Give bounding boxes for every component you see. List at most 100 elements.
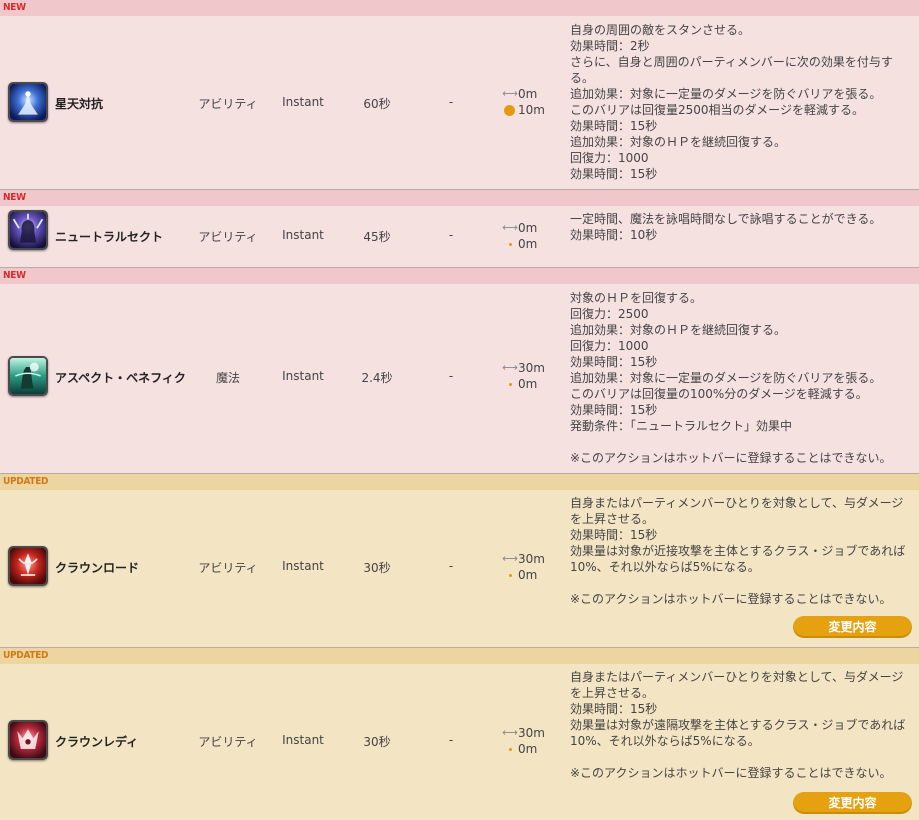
- lady-of-crowns-icon: [8, 720, 48, 760]
- radius-value: 0m: [518, 377, 538, 391]
- description-line: 自身またはパーティメンバーひとりを対象として、与ダメージ: [570, 496, 904, 510]
- range-arrow-icon: ⟷: [502, 361, 518, 374]
- action-section: NEW 星天対抗 アビリティ Instant 60秒 - ⟷ 0m 10m 自身の…: [0, 0, 919, 190]
- description-line: 効果時間：10秒: [570, 228, 658, 242]
- action-description: 自身の周囲の敵をスタンさせる。 効果時間：2秒 さらに、自身と周囲のパーティメン…: [570, 22, 910, 182]
- recast-time: 45秒: [363, 230, 391, 244]
- action-section: NEW アスペクト・ベネフィク 魔法 Instant 2.4秒 - ⟷ 30m 0…: [0, 268, 919, 474]
- action-description: 対象のＨＰを回復する。 回復力：2500 追加効果：対象のＨＰを継続回復する。 …: [570, 290, 910, 466]
- description-line: [570, 575, 910, 591]
- range-info: ⟷ 30m 0m: [502, 551, 558, 583]
- updated-tag: UPDATED: [0, 648, 919, 664]
- recast-time: 2.4秒: [361, 371, 393, 385]
- action-type: 魔法: [215, 371, 240, 385]
- range-value: 0m: [518, 87, 538, 101]
- recast-time: 30秒: [363, 735, 391, 749]
- description-line: このバリアは回復量2500相当のダメージを軽減する。: [570, 103, 864, 117]
- radius-icon: [509, 747, 512, 751]
- range-info: ⟷ 30m 0m: [502, 360, 558, 392]
- description-line: 効果量は対象が遠隔攻撃を主体とするクラス・ジョブであれば: [570, 718, 906, 732]
- description-line: 効果時間：15秒: [570, 167, 658, 181]
- cast-time: Instant: [282, 228, 324, 242]
- aspected-benefic-icon: [8, 356, 48, 396]
- cast-time: Instant: [282, 559, 324, 573]
- action-description: 自身またはパーティメンバーひとりを対象として、与ダメージ を上昇させる。 効果時…: [570, 669, 910, 781]
- star-collision-icon: [8, 82, 48, 122]
- action-name: ニュートラルセクト: [55, 230, 164, 244]
- action-name: 星天対抗: [55, 97, 104, 111]
- recast-time: 60秒: [363, 97, 391, 111]
- action-row: ニュートラルセクト アビリティ Instant 45秒 - ⟷ 0m 0m 一定時…: [0, 206, 919, 268]
- cast-time: Instant: [282, 733, 324, 747]
- description-line: 追加効果：対象に一定量のダメージを防ぐバリアを張る。: [570, 371, 882, 385]
- description-line: 効果時間：2秒: [570, 39, 650, 53]
- radius-value: 10m: [518, 103, 545, 117]
- description-line: 回復力：2500: [570, 307, 649, 321]
- description-line: 10%、それ以外ならば5%になる。: [570, 734, 760, 748]
- range-value: 30m: [518, 726, 545, 740]
- description-line: 効果時間：15秒: [570, 355, 658, 369]
- radius-icon: [504, 104, 515, 116]
- description-line: 回復力：1000: [570, 151, 649, 165]
- change-details-button[interactable]: 変更内容: [793, 792, 912, 814]
- action-section: UPDATED クラウンレディ アビリティ Instant 30秒 - ⟷ 30m…: [0, 648, 919, 820]
- action-name: クラウンレディ: [55, 735, 139, 749]
- description-line: 一定時間、魔法を詠唱時間なしで詠唱することができる。: [570, 212, 882, 226]
- recast-time: 30秒: [363, 561, 391, 575]
- range-info: ⟷ 0m 10m: [502, 86, 558, 118]
- radius-icon: [509, 242, 512, 246]
- action-row: クラウンレディ アビリティ Instant 30秒 - ⟷ 30m 0m 自身また…: [0, 664, 919, 820]
- description-line: [570, 434, 910, 450]
- action-row: クラウンロード アビリティ Instant 30秒 - ⟷ 30m 0m 自身また…: [0, 490, 919, 648]
- action-description: 自身またはパーティメンバーひとりを対象として、与ダメージ を上昇させる。 効果時…: [570, 495, 910, 607]
- new-tag: NEW: [0, 190, 919, 206]
- description-line: 対象のＨＰを回復する。: [570, 291, 703, 305]
- action-type: アビリティ: [198, 561, 258, 575]
- updated-tag: UPDATED: [0, 474, 919, 490]
- cost: -: [448, 733, 454, 747]
- description-line: [570, 749, 910, 765]
- range-info: ⟷ 30m 0m: [502, 725, 558, 757]
- description-line: ※このアクションはホットバーに登録することはできない。: [570, 451, 892, 465]
- description-line: 効果量は対象が近接攻撃を主体とするクラス・ジョブであれば: [570, 544, 906, 558]
- range-value: 0m: [518, 221, 538, 235]
- cost: -: [448, 369, 454, 383]
- description-line: 追加効果：対象に一定量のダメージを防ぐバリアを張る。: [570, 87, 882, 101]
- range-arrow-icon: ⟷: [502, 552, 518, 565]
- description-line: 追加効果：対象のＨＰを継続回復する。: [570, 135, 787, 149]
- action-description: 一定時間、魔法を詠唱時間なしで詠唱することができる。 効果時間：10秒: [570, 211, 910, 243]
- range-arrow-icon: ⟷: [502, 726, 518, 739]
- range-value: 30m: [518, 552, 545, 566]
- radius-value: 0m: [518, 742, 538, 756]
- change-details-button[interactable]: 変更内容: [793, 616, 912, 638]
- action-row: アスペクト・ベネフィク 魔法 Instant 2.4秒 - ⟷ 30m 0m 対象…: [0, 284, 919, 474]
- new-tag: NEW: [0, 268, 919, 284]
- range-value: 30m: [518, 361, 545, 375]
- description-line: さらに、自身と周囲のパーティメンバーに次の効果を付与す: [570, 55, 893, 69]
- description-line: このバリアは回復量の100%分のダメージを軽減する。: [570, 387, 868, 401]
- description-line: 追加効果：対象のＨＰを継続回復する。: [570, 323, 787, 337]
- radius-value: 0m: [518, 237, 538, 251]
- cast-time: Instant: [282, 95, 324, 109]
- neutral-sect-icon: [8, 210, 48, 250]
- action-row: 星天対抗 アビリティ Instant 60秒 - ⟷ 0m 10m 自身の周囲の敵…: [0, 16, 919, 190]
- description-line: 効果時間：15秒: [570, 528, 658, 542]
- description-line: 自身またはパーティメンバーひとりを対象として、与ダメージ: [570, 670, 904, 684]
- action-section: NEW ニュートラルセクト アビリティ Instant 45秒 - ⟷ 0m 0m…: [0, 190, 919, 268]
- description-line: 効果時間：15秒: [570, 702, 658, 716]
- action-type: アビリティ: [198, 97, 258, 111]
- action-name: アスペクト・ベネフィク: [55, 371, 186, 385]
- new-tag: NEW: [0, 0, 919, 16]
- radius-icon: [509, 382, 512, 386]
- range-arrow-icon: ⟷: [502, 221, 518, 234]
- cost: -: [448, 228, 454, 242]
- description-line: ※このアクションはホットバーに登録することはできない。: [570, 592, 892, 606]
- action-section: UPDATED クラウンロード アビリティ Instant 30秒 - ⟷ 30m…: [0, 474, 919, 648]
- action-name: クラウンロード: [55, 561, 140, 575]
- action-type: アビリティ: [198, 735, 258, 749]
- description-line: を上昇させる。: [570, 512, 655, 526]
- description-line: 効果時間：15秒: [570, 119, 658, 133]
- cost: -: [448, 95, 454, 109]
- description-line: を上昇させる。: [570, 686, 655, 700]
- radius-value: 0m: [518, 568, 538, 582]
